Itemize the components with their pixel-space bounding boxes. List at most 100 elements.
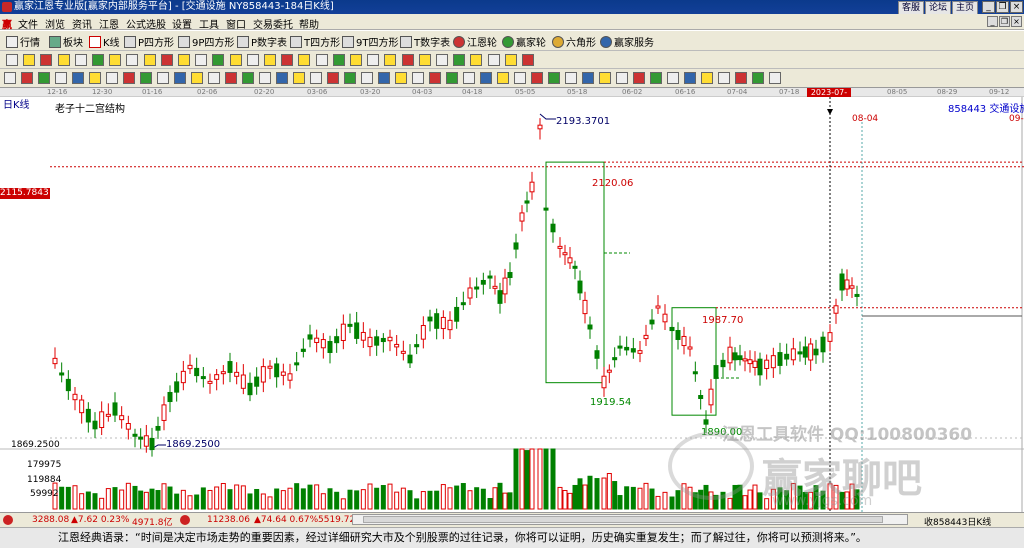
toolbar-tool-icon[interactable] [191, 72, 203, 84]
toolbar-tool-icon[interactable] [344, 72, 356, 84]
toolbar-tool-icon[interactable] [92, 54, 104, 66]
toolbar-tool-icon[interactable] [21, 72, 33, 84]
link-forum[interactable]: 论坛 [924, 1, 951, 15]
toolbar-tool-icon[interactable] [769, 72, 781, 84]
link-customer-service[interactable]: 客服 [897, 1, 924, 15]
horizontal-scrollbar[interactable] [352, 514, 908, 525]
toolbar-tool-icon[interactable] [298, 54, 311, 66]
toolbar-tool-icon[interactable] [350, 54, 362, 66]
toolbar-tool-icon[interactable] [242, 72, 254, 84]
toolbar-tool-icon[interactable] [55, 72, 67, 84]
menu-tools[interactable]: 工具 [199, 16, 219, 31]
close-button[interactable]: × [1010, 1, 1023, 13]
toolbar-tool-icon[interactable] [367, 54, 380, 66]
toolbar-tool-icon[interactable] [6, 54, 18, 66]
toolbar-tool-icon[interactable] [616, 72, 628, 84]
toolbar-tool-icon[interactable] [140, 72, 152, 84]
menu-formula[interactable]: 公式选股 [126, 16, 166, 31]
toolbar-tool-icon[interactable] [310, 72, 322, 84]
tool-p-number-table[interactable]: P数字表 [237, 34, 287, 49]
mdi-close-button[interactable]: × [1011, 16, 1022, 27]
toolbar-tool-icon[interactable] [174, 72, 186, 84]
menu-trade[interactable]: 交易委托 [253, 16, 293, 31]
toolbar-tool-icon[interactable] [429, 72, 441, 84]
tool-p-square[interactable]: P四方形 [124, 34, 174, 49]
toolbar-tool-icon[interactable] [650, 72, 662, 84]
menu-news[interactable]: 资讯 [72, 16, 92, 31]
toolbar-tool-icon[interactable] [463, 72, 475, 84]
toolbar-tool-icon[interactable] [565, 72, 577, 84]
toolbar-tool-icon[interactable] [40, 54, 53, 66]
scrollbar-thumb[interactable] [363, 516, 883, 523]
toolbar-tool-icon[interactable] [718, 72, 730, 84]
toolbar-tool-icon[interactable] [701, 72, 713, 84]
toolbar-tool-icon[interactable] [315, 54, 328, 66]
menu-window[interactable]: 窗口 [226, 16, 246, 31]
toolbar-tool-icon[interactable] [531, 72, 543, 84]
toolbar-tool-icon[interactable] [412, 72, 424, 84]
toolbar-tool-icon[interactable] [195, 54, 208, 66]
toolbar-tool-icon[interactable] [514, 72, 526, 84]
menu-gann[interactable]: 江恩 [99, 16, 119, 31]
toolbar-tool-icon[interactable] [57, 54, 70, 66]
toolbar-tool-icon[interactable] [470, 54, 483, 66]
menu-browse[interactable]: 浏览 [45, 16, 65, 31]
toolbar-tool-icon[interactable] [332, 54, 345, 66]
toolbar-tool-icon[interactable] [582, 72, 594, 84]
tool-sectors[interactable]: 板块 [49, 34, 83, 49]
toolbar-tool-icon[interactable] [276, 72, 288, 84]
toolbar-tool-icon[interactable] [264, 54, 276, 66]
tool-hexagon[interactable]: 六角形 [552, 34, 596, 49]
toolbar-tool-icon[interactable] [281, 54, 294, 66]
toolbar-tool-icon[interactable] [361, 72, 373, 84]
tool-t-number-table[interactable]: T数字表 [400, 34, 450, 49]
mdi-minimize-button[interactable]: _ [987, 16, 998, 27]
tool-kline[interactable]: K线 [89, 34, 120, 49]
toolbar-tool-icon[interactable] [72, 72, 84, 84]
toolbar-tool-icon[interactable] [157, 72, 169, 84]
menu-settings[interactable]: 设置 [172, 16, 192, 31]
toolbar-tool-icon[interactable] [208, 72, 220, 84]
toolbar-tool-icon[interactable] [684, 72, 696, 84]
toolbar-tool-icon[interactable] [384, 54, 397, 66]
toolbar-tool-icon[interactable] [497, 72, 509, 84]
toolbar-tool-icon[interactable] [667, 72, 679, 84]
toolbar-tool-icon[interactable] [436, 54, 448, 66]
toolbar-tool-icon[interactable] [522, 54, 534, 66]
toolbar-tool-icon[interactable] [633, 72, 645, 84]
toolbar-tool-icon[interactable] [548, 72, 560, 84]
toolbar-tool-icon[interactable] [225, 72, 237, 84]
toolbar-tool-icon[interactable] [453, 54, 466, 66]
toolbar-tool-icon[interactable] [259, 72, 271, 84]
toolbar-tool-icon[interactable] [327, 72, 339, 84]
toolbar-tool-icon[interactable] [487, 54, 500, 66]
link-homepage[interactable]: 主页 [951, 1, 978, 15]
toolbar-tool-icon[interactable] [109, 54, 122, 66]
toolbar-tool-icon[interactable] [123, 72, 135, 84]
tool-t-square[interactable]: T四方形 [290, 34, 340, 49]
toolbar-tool-icon[interactable] [378, 72, 390, 84]
menu-file[interactable]: 文件 [18, 16, 38, 31]
toolbar-tool-icon[interactable] [395, 72, 407, 84]
toolbar-tool-icon[interactable] [38, 72, 50, 84]
toolbar-tool-icon[interactable] [418, 54, 431, 66]
minimize-button[interactable]: _ [982, 1, 995, 13]
toolbar-tool-icon[interactable] [229, 54, 242, 66]
toolbar-tool-icon[interactable] [599, 72, 611, 84]
mdi-restore-button[interactable]: ❐ [999, 16, 1010, 27]
toolbar-tool-icon[interactable] [752, 72, 764, 84]
tool-winner-service[interactable]: 赢家服务 [600, 34, 654, 49]
toolbar-tool-icon[interactable] [401, 54, 414, 66]
menu-help[interactable]: 帮助 [299, 16, 319, 31]
toolbar-tool-icon[interactable] [106, 72, 118, 84]
toolbar-tool-icon[interactable] [23, 54, 36, 66]
toolbar-tool-icon[interactable] [735, 72, 747, 84]
tool-9p-square[interactable]: 9P四方形 [178, 34, 234, 49]
toolbar-tool-icon[interactable] [160, 54, 173, 66]
tool-gann-wheel[interactable]: 江恩轮 [453, 34, 497, 49]
toolbar-tool-icon[interactable] [4, 72, 16, 84]
tool-quotes[interactable]: 行情 [6, 34, 40, 49]
toolbar-tool-icon[interactable] [504, 54, 517, 66]
toolbar-tool-icon[interactable] [246, 54, 259, 66]
tool-9t-square[interactable]: 9T四方形 [342, 34, 398, 49]
